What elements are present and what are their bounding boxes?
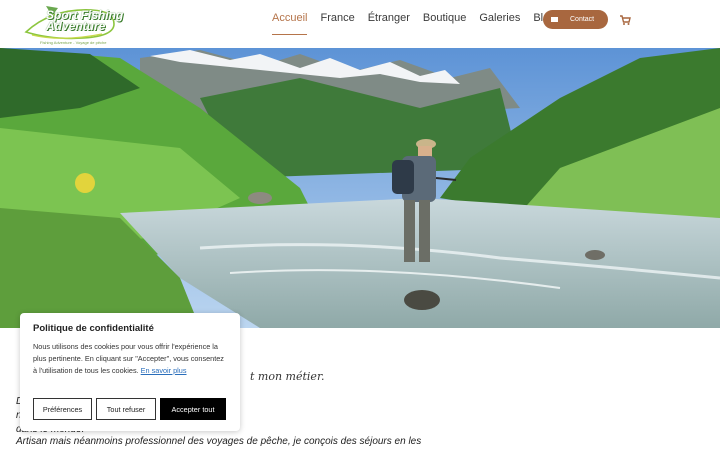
site-logo[interactable]: Sport Fishing Adventure Fishing Adventur… [22, 2, 123, 46]
cookie-banner: Politique de confidentialité Nous utilis… [20, 313, 240, 431]
contact-button[interactable]: Contact [543, 10, 608, 29]
nav-boutique[interactable]: Boutique [423, 12, 466, 34]
preferences-button[interactable]: Préférences [33, 398, 92, 420]
refuse-all-button[interactable]: Tout refuser [96, 398, 156, 420]
nav-accueil[interactable]: Accueil [272, 12, 308, 35]
handwritten-heading: t mon métier. [250, 370, 325, 383]
main-nav: Accueil France Étranger Boutique Galerie… [272, 12, 568, 36]
accept-all-button[interactable]: Accepter tout [160, 398, 226, 420]
contact-label: Contact [570, 16, 595, 23]
cookie-buttons: Préférences Tout refuser Accepter tout [33, 398, 230, 420]
cart-icon[interactable] [619, 13, 631, 25]
cookie-text: Nous utilisons des cookies pour vous off… [33, 341, 227, 377]
logo-title: Sport Fishing Adventure [46, 8, 124, 33]
logo-tagline: Fishing Adventure - Voyage de pêche [40, 40, 107, 45]
nav-france[interactable]: France [320, 12, 354, 34]
cookie-learn-more-link[interactable]: En savoir plus [141, 366, 187, 375]
cookie-title: Politique de confidentialité [33, 323, 154, 334]
article-line-4: Artisan mais néanmoins professionnel des… [16, 436, 422, 447]
nav-galeries[interactable]: Galeries [479, 12, 520, 34]
cookie-description: Nous utilisons des cookies pour vous off… [33, 342, 224, 375]
site-header: Sport Fishing Adventure Fishing Adventur… [0, 0, 720, 48]
mail-icon [551, 17, 558, 22]
nav-etranger[interactable]: Étranger [368, 12, 410, 34]
hero-image [0, 48, 720, 328]
